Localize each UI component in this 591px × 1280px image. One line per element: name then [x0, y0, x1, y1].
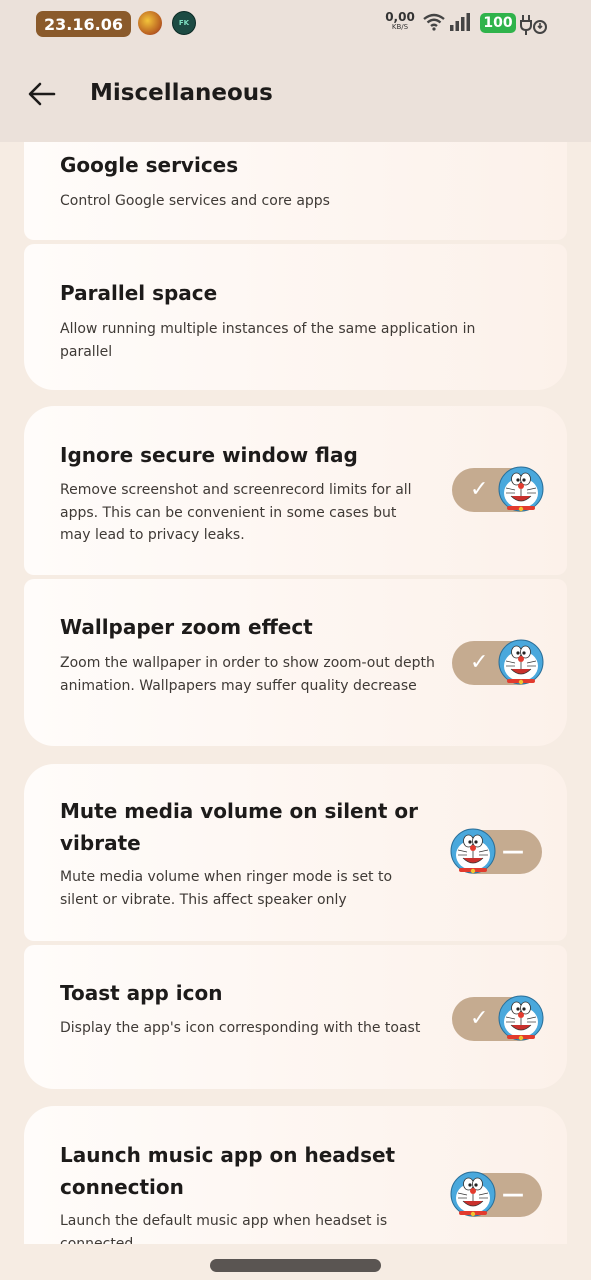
setting-description: Launch the default music app when headse… — [60, 1213, 388, 1244]
check-icon: ✓ — [470, 1006, 489, 1031]
setting-google-services[interactable]: Google services Control Google services … — [24, 142, 567, 240]
setting-wallpaper-zoom-effect[interactable]: Wallpaper zoom effect Zoom the wallpaper… — [24, 579, 567, 746]
wallpaper-zoom-effect-toggle[interactable]: ✓ — [452, 641, 542, 685]
status-bar: 23.16.06 FK 0,00 KB/S 100 — [0, 0, 591, 48]
setting-parallel-space[interactable]: Parallel space Allow running multiple in… — [24, 244, 567, 390]
arrow-left-icon[interactable] — [26, 78, 58, 110]
setting-title: Ignore secure window flag — [60, 443, 358, 467]
setting-title: Toast app icon — [60, 981, 223, 1005]
setting-title: Wallpaper zoom effect — [60, 615, 313, 639]
doraemon-face-icon — [450, 1171, 496, 1217]
setting-launch-music-app[interactable]: Launch music app on headset connection L… — [24, 1106, 567, 1244]
wifi-icon — [423, 13, 445, 31]
gesture-navigation-bar[interactable] — [210, 1259, 381, 1272]
battery-indicator: 100 — [480, 13, 516, 33]
check-icon: ✓ — [470, 650, 489, 675]
clock: 23.16.06 — [36, 11, 131, 37]
settings-list[interactable]: Google services Control Google services … — [0, 142, 591, 1244]
doraemon-face-icon — [498, 639, 544, 685]
setting-description: Remove screenshot and screenrecord limit… — [60, 482, 412, 543]
notification-app-icon: FK — [172, 11, 196, 35]
network-speed: 0,00 KB/S — [383, 10, 417, 32]
dash-icon: — — [502, 1182, 524, 1207]
setting-title: Parallel space — [60, 281, 218, 305]
setting-title: Google services — [60, 153, 239, 177]
page-title: Miscellaneous — [90, 80, 273, 106]
network-speed-value: 0,00 — [385, 10, 415, 24]
app-bar: Miscellaneous — [0, 48, 591, 142]
notification-avatar — [138, 11, 162, 35]
mute-media-volume-toggle[interactable]: — — [452, 830, 542, 874]
setting-ignore-secure-window-flag[interactable]: Ignore secure window flag Remove screens… — [24, 406, 567, 575]
setting-mute-media-volume[interactable]: Mute media volume on silent or vibrate M… — [24, 764, 567, 941]
toast-app-icon-toggle[interactable]: ✓ — [452, 997, 542, 1041]
signal-icon — [450, 13, 470, 31]
setting-description: Mute media volume when ringer mode is se… — [60, 869, 393, 908]
setting-toast-app-icon[interactable]: Toast app icon Display the app's icon co… — [24, 945, 567, 1089]
dash-icon: — — [502, 839, 524, 864]
setting-description: Zoom the wallpaper in order to show zoom… — [60, 655, 435, 694]
doraemon-face-icon — [498, 995, 544, 1041]
check-icon: ✓ — [470, 477, 489, 502]
setting-description: Allow running multiple instances of the … — [60, 321, 476, 360]
ignore-secure-window-flag-toggle[interactable]: ✓ — [452, 468, 542, 512]
doraemon-face-icon — [498, 466, 544, 512]
setting-description: Control Google services and core apps — [60, 193, 330, 209]
setting-description: Display the app's icon corresponding wit… — [60, 1020, 421, 1036]
setting-title: Mute media volume on silent or vibrate — [60, 799, 418, 855]
setting-title: Launch music app on headset connection — [60, 1143, 396, 1199]
launch-music-app-toggle[interactable]: — — [452, 1173, 542, 1217]
doraemon-face-icon — [450, 828, 496, 874]
charging-plug-icon — [520, 15, 547, 35]
